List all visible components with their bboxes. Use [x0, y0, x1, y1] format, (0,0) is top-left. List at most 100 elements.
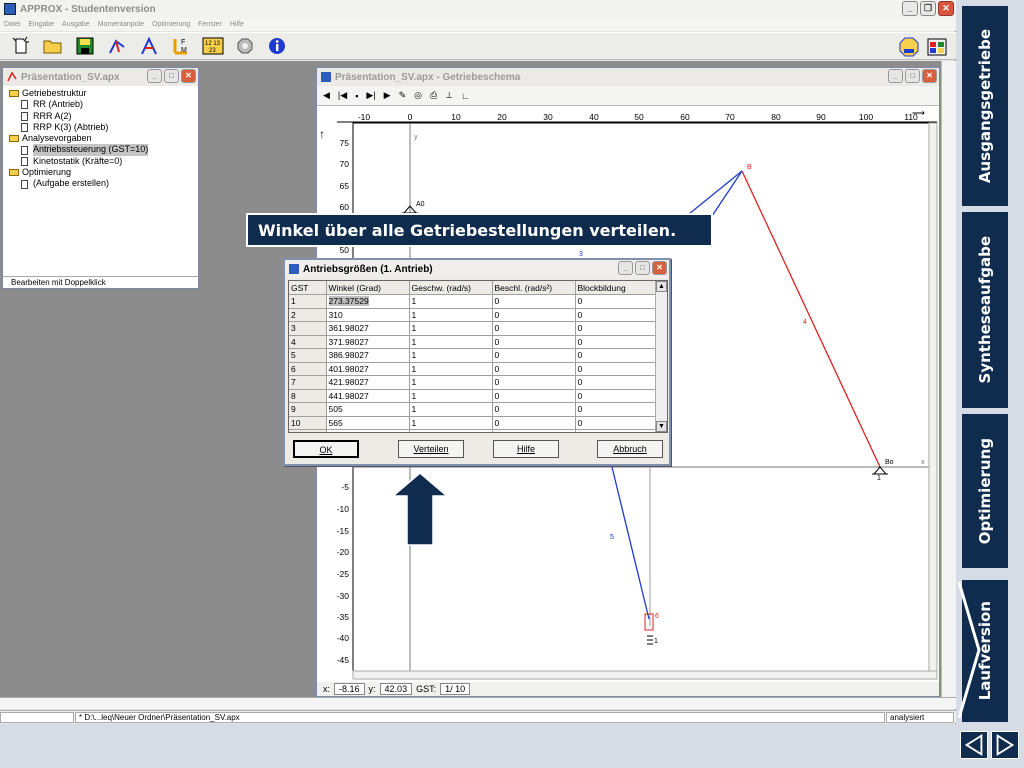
- table-cell[interactable]: 441.98027: [326, 389, 410, 403]
- tree-item-antriebssteuerung[interactable]: Antriebssteuerung (GST=10): [7, 144, 194, 156]
- forces-icon[interactable]: FM: [170, 35, 192, 57]
- tree-item-aufgabe-erstellen[interactable]: (Aufgabe erstellen): [7, 178, 194, 189]
- table-cell[interactable]: 0: [326, 429, 410, 432]
- table-cell[interactable]: 0: [492, 321, 576, 336]
- open-folder-icon[interactable]: [42, 35, 64, 57]
- table-cell[interactable]: 0: [575, 429, 658, 432]
- table-cell[interactable]: 0: [492, 389, 576, 403]
- first-frame-icon[interactable]: |◀: [338, 90, 347, 101]
- table-row[interactable]: 6 401.98027 1 0 0: [289, 362, 658, 376]
- table-cell[interactable]: 0: [492, 416, 576, 430]
- table-row[interactable]: 2 310 1 0 0: [289, 308, 658, 322]
- dialog-minimize-button[interactable]: _: [618, 261, 633, 275]
- tool-wrench-icon[interactable]: ✎: [399, 90, 407, 101]
- next-slide-icon[interactable]: [991, 731, 1019, 759]
- tree-item-rr-antrieb[interactable]: RR (Antrieb): [7, 99, 194, 110]
- table-cell[interactable]: 421.98027: [326, 375, 410, 390]
- linkage-icon[interactable]: [138, 35, 160, 57]
- column-header[interactable]: GST: [289, 281, 327, 295]
- table-cell[interactable]: 0: [492, 362, 576, 376]
- workspace-vertical-scrollbar[interactable]: [941, 61, 956, 697]
- restore-button[interactable]: ❐: [920, 1, 936, 16]
- column-header[interactable]: Winkel (Grad): [326, 281, 410, 295]
- table-row[interactable]: 10 565 1 0 0: [289, 416, 658, 430]
- windows-icon[interactable]: [926, 36, 948, 58]
- table-cell[interactable]: 0: [575, 294, 658, 309]
- schematic-maximize-button[interactable]: □: [905, 69, 920, 83]
- table-cell[interactable]: 0: [575, 375, 658, 390]
- save-icon[interactable]: [74, 35, 96, 57]
- settings-icon[interactable]: [234, 35, 256, 57]
- table-cell[interactable]: 0: [492, 402, 576, 417]
- column-header[interactable]: Geschw. (rad/s): [409, 281, 493, 295]
- table-cell[interactable]: 1: [409, 362, 493, 376]
- tree-item-kinetostatik[interactable]: Kinetostatik (Kräfte=0): [7, 156, 194, 167]
- table-cell[interactable]: 273.37529: [326, 294, 410, 309]
- menu-momentanpole[interactable]: Momentanpole: [98, 21, 144, 28]
- menu-datei[interactable]: Datei: [4, 21, 20, 28]
- table-row[interactable]: 3 361.98027 1 0 0: [289, 321, 658, 336]
- column-header[interactable]: Blockbildung: [575, 281, 658, 295]
- menu-fenster[interactable]: Fenster: [198, 21, 222, 28]
- table-cell[interactable]: 0: [492, 375, 576, 390]
- last-frame-icon[interactable]: ▶|: [366, 90, 375, 101]
- table-cell[interactable]: 0: [575, 308, 658, 322]
- target-icon[interactable]: ◎: [414, 90, 422, 101]
- table-cell[interactable]: 505: [326, 402, 410, 417]
- table-cell[interactable]: 0: [575, 416, 658, 430]
- ok-button[interactable]: OK: [293, 440, 359, 458]
- table-cell[interactable]: 0: [492, 294, 576, 309]
- table-cell[interactable]: 0: [575, 348, 658, 363]
- dialog-close-button[interactable]: ✕: [652, 261, 667, 275]
- scroll-up-icon[interactable]: ▲: [656, 281, 667, 292]
- table-cell[interactable]: 1: [409, 348, 493, 363]
- table-cell[interactable]: 401.98027: [326, 362, 410, 376]
- table-cell[interactable]: 0: [575, 321, 658, 336]
- play-icon[interactable]: ▶: [384, 90, 391, 101]
- step-back-icon[interactable]: ◀: [323, 90, 330, 101]
- table-row[interactable]: 7 421.98027 1 0 0: [289, 375, 658, 390]
- table-cell[interactable]: 310: [326, 308, 410, 322]
- table-cell[interactable]: 565: [326, 416, 410, 430]
- workspace-horizontal-scrollbar[interactable]: [0, 697, 956, 709]
- info-icon[interactable]: [266, 35, 288, 57]
- table-cell[interactable]: 1: [409, 294, 493, 309]
- table-cell[interactable]: 386.98027: [326, 348, 410, 363]
- table-row[interactable]: 1 273.37529 1 0 0: [289, 294, 658, 309]
- table-cell[interactable]: 0: [575, 335, 658, 349]
- table-vertical-scrollbar[interactable]: ▲ ▼: [655, 281, 667, 432]
- scroll-down-icon[interactable]: ▼: [656, 421, 667, 432]
- menu-ausgabe[interactable]: Ausgabe: [62, 21, 90, 28]
- print-icon[interactable]: ⎙: [430, 90, 437, 101]
- table-row[interactable]: 8 441.98027 1 0 0: [289, 389, 658, 403]
- table-cell[interactable]: 1: [409, 402, 493, 417]
- dialog-maximize-button[interactable]: □: [635, 261, 650, 275]
- stop-icon[interactable]: ▪: [355, 91, 358, 101]
- tree-item-rrr[interactable]: RRR A(2): [7, 111, 194, 122]
- table-cell[interactable]: 1: [409, 335, 493, 349]
- help-button[interactable]: Hilfe: [493, 440, 559, 458]
- tree-item-optimierung[interactable]: Optimierung: [7, 167, 194, 178]
- table-cell[interactable]: 0: [575, 362, 658, 376]
- distribute-button[interactable]: Verteilen: [398, 440, 464, 458]
- table-cell[interactable]: 0: [492, 308, 576, 322]
- new-file-icon[interactable]: [10, 35, 32, 57]
- tree-item-rrp-abtrieb[interactable]: RRP K(3) (Abtrieb): [7, 122, 194, 133]
- mechanism-icon[interactable]: [106, 35, 128, 57]
- plot-vertical-scrollbar[interactable]: [928, 122, 938, 672]
- table-cell[interactable]: 1: [409, 308, 493, 322]
- nav-ausgangsgetriebe[interactable]: Ausgangsgetriebe: [960, 4, 1010, 208]
- tree-item-analysevorgaben[interactable]: Analysevorgaben: [7, 133, 194, 144]
- table-cell[interactable]: 0: [492, 335, 576, 349]
- close-button[interactable]: ✕: [938, 1, 954, 16]
- nav-syntheseaufgabe[interactable]: Syntheseaufgabe: [960, 210, 1010, 410]
- table-cell[interactable]: 0: [575, 402, 658, 417]
- table-cell[interactable]: 0: [492, 429, 576, 432]
- column-header[interactable]: Beschl. (rad/s²): [492, 281, 576, 295]
- nav-optimierung[interactable]: Optimierung: [960, 412, 1010, 570]
- table-cell[interactable]: 0: [575, 389, 658, 403]
- cancel-button[interactable]: Abbruch: [597, 440, 663, 458]
- schematic-close-button[interactable]: ✕: [922, 69, 937, 83]
- tud-logo-icon[interactable]: [898, 36, 920, 58]
- tree-item-getriebestruktur[interactable]: Getriebestruktur: [7, 88, 194, 99]
